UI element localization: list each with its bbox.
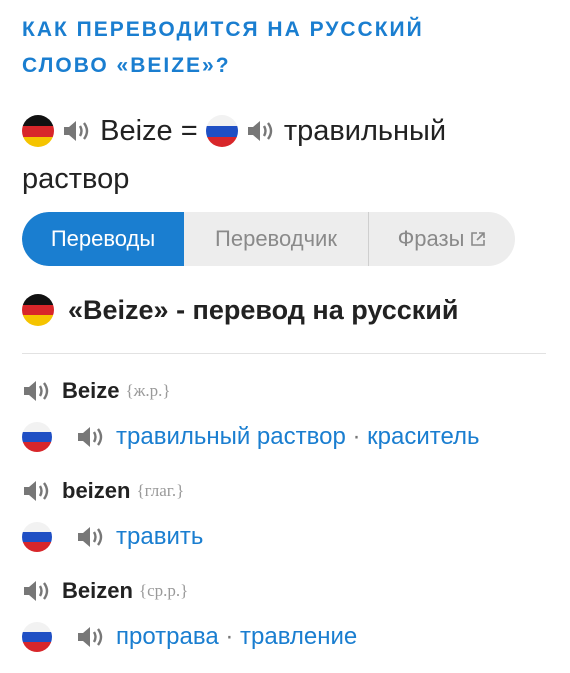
speaker-icon[interactable]	[22, 378, 52, 404]
entry-word: Beize	[62, 378, 120, 403]
tab-translator[interactable]: Переводчик	[184, 212, 369, 266]
translation-link[interactable]: протрава	[116, 623, 219, 650]
speaker-icon[interactable]	[76, 624, 106, 650]
section-title-text: «Beize» - перевод на русский	[68, 294, 459, 325]
russian-flag-icon	[22, 622, 52, 652]
separator: ·	[225, 623, 241, 650]
german-flag-icon	[22, 294, 54, 326]
speaker-icon[interactable]	[76, 524, 106, 550]
speaker-icon[interactable]	[246, 118, 276, 144]
tab-phrases[interactable]: Фразы	[369, 212, 515, 266]
speaker-icon[interactable]	[22, 578, 52, 604]
hero-word: Beize	[100, 115, 173, 148]
heading-line-1: КАК ПЕРЕВОДИТСЯ НА РУССКИЙ	[22, 18, 424, 41]
entry-translations: травить	[116, 523, 203, 551]
entry-grammar: {ж.р.}	[125, 381, 171, 400]
entry-word-row: Beizen {ср.р.}	[22, 578, 188, 604]
section-title: «Beize» - перевод на русский	[22, 294, 458, 326]
entry-word-row: beizen {глаг.}	[22, 478, 184, 504]
heading-line-2: СЛОВО «BEIZE»?	[22, 54, 231, 77]
entry-grammar: {глаг.}	[136, 481, 185, 500]
page-heading: КАК ПЕРЕВОДИТСЯ НА РУССКИЙ СЛОВО «BEIZE»…	[22, 12, 542, 84]
entry-translation-row: травить	[22, 522, 203, 552]
german-flag-icon	[22, 115, 54, 148]
translation-link[interactable]: травильный раствор	[116, 423, 346, 450]
speaker-icon[interactable]	[76, 424, 106, 450]
external-link-icon	[471, 232, 486, 246]
tab-bar: Переводы Переводчик Фразы	[22, 212, 515, 266]
russian-flag-icon	[22, 422, 52, 452]
entry-grammar: {ср.р.}	[138, 581, 189, 600]
tab-phrases-label: Фразы	[397, 226, 465, 251]
separator: ·	[352, 423, 368, 450]
entry-translations: травильный раствор · краситель	[116, 423, 480, 451]
hero-translation-line-1: травильный	[283, 115, 447, 148]
entry-translations: протрава · травление	[116, 623, 357, 651]
entry-word-row: Beize {ж.р.}	[22, 378, 171, 404]
hero-equals: =	[180, 115, 198, 148]
hero-translation-line-2: раствор	[22, 163, 130, 196]
tab-translations[interactable]: Переводы	[22, 212, 184, 266]
translation-link[interactable]: травить	[116, 523, 203, 550]
speaker-icon[interactable]	[22, 478, 52, 504]
translation-link[interactable]: травление	[240, 623, 357, 650]
translation-link[interactable]: краситель	[367, 423, 479, 450]
entry-translation-row: протрава · травление	[22, 622, 357, 652]
speaker-icon[interactable]	[62, 118, 92, 144]
russian-flag-icon	[22, 522, 52, 552]
entry-word: Beizen	[62, 578, 133, 603]
hero-translation: Beize = травильный раствор	[22, 106, 542, 203]
entry-translation-row: травильный раствор · краситель	[22, 422, 480, 452]
divider	[22, 353, 546, 354]
entry-word: beizen	[62, 478, 131, 503]
russian-flag-icon	[205, 115, 238, 148]
